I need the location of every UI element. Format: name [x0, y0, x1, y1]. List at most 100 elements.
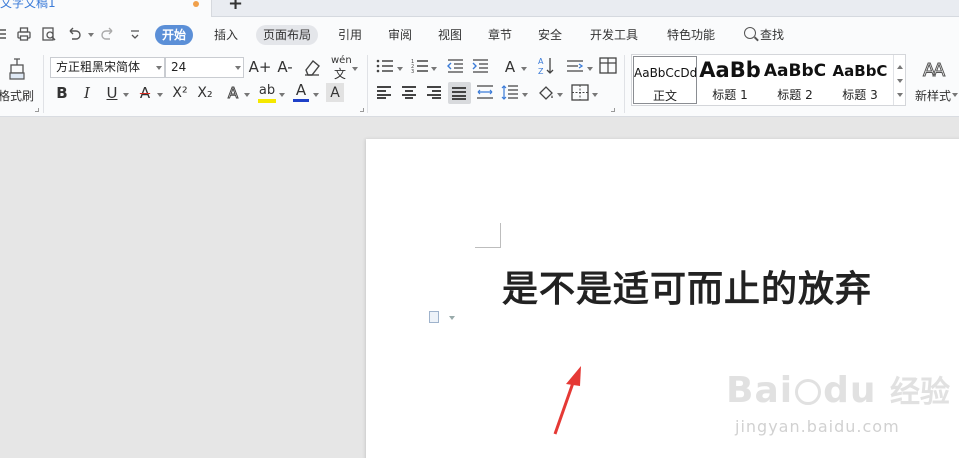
decrease-indent-icon[interactable]	[447, 58, 464, 74]
table-icon[interactable]	[599, 57, 617, 74]
new-style-label[interactable]: 新样式	[915, 87, 951, 104]
new-style-icon[interactable]: AA	[922, 60, 945, 82]
tab-page-layout[interactable]: 页面布局	[256, 25, 319, 45]
align-left-icon[interactable]	[377, 86, 391, 99]
clear-format-icon[interactable]	[302, 58, 322, 76]
style-heading-2-label: 标题 2	[777, 88, 813, 102]
distributed-align-icon[interactable]	[476, 84, 494, 101]
font-size-dropdown-icon[interactable]	[235, 66, 241, 70]
font-size-select[interactable]: 24	[165, 57, 244, 78]
tab-security[interactable]: 安全	[531, 25, 569, 45]
ribbon-separator	[43, 55, 44, 113]
tab-insert[interactable]: 插入	[207, 25, 245, 45]
align-right-icon[interactable]	[427, 86, 441, 99]
font-color-button[interactable]: A	[291, 81, 311, 99]
shrink-font-icon[interactable]: A-	[274, 57, 296, 77]
new-tab-button[interactable]: +	[228, 0, 243, 14]
line-spacing-dropdown-icon[interactable]	[522, 93, 528, 97]
italic-button[interactable]: I	[78, 83, 96, 103]
paragraph-layout-icon[interactable]	[429, 311, 439, 323]
format-painter-icon[interactable]	[6, 57, 28, 81]
style-heading-1-sample: AaBb	[699, 58, 761, 82]
clipboard-expand-icon[interactable]	[35, 108, 39, 112]
page-margin-marker	[475, 223, 501, 248]
tab-special-features[interactable]: 特色功能	[660, 25, 722, 45]
font-name-value: 方正粗黑宋简体	[56, 60, 141, 74]
borders-icon[interactable]	[571, 84, 589, 101]
find-button[interactable]: 查找	[753, 25, 791, 45]
ribbon-toolbar: 格式刷 方正粗黑宋简体 24 A+ A- wén 文 B I U A X² X₂…	[0, 51, 959, 117]
bullet-list-icon[interactable]	[376, 58, 394, 74]
text-effect-dropdown-icon[interactable]	[244, 93, 250, 97]
document-tab[interactable]: 文字文稿1	[0, 0, 212, 17]
change-case-button[interactable]: A	[500, 57, 520, 77]
tab-references[interactable]: 引用	[331, 25, 369, 45]
strikethrough-button[interactable]: A	[136, 83, 154, 103]
style-heading-2[interactable]: AaBbC 标题 2	[763, 56, 827, 104]
tab-chapter[interactable]: 章节	[481, 25, 519, 45]
new-style-dropdown-icon[interactable]	[952, 93, 958, 97]
line-spacing-options-dropdown-icon[interactable]	[587, 67, 593, 71]
style-normal-sample: AaBbCcDd	[634, 66, 696, 80]
undo-icon[interactable]	[66, 26, 82, 42]
font-size-value: 24	[171, 60, 187, 74]
superscript-button[interactable]: X²	[168, 83, 192, 103]
bold-button[interactable]: B	[53, 83, 71, 103]
watermark-brand-latin-2: du	[823, 370, 877, 411]
paragraph-expand-icon[interactable]	[611, 108, 615, 112]
tab-developer-tools[interactable]: 开发工具	[583, 25, 645, 45]
font-name-select[interactable]: 方正粗黑宋简体	[50, 57, 165, 78]
numbered-list-dropdown-icon[interactable]	[431, 67, 437, 71]
style-heading-3[interactable]: AaBbC 标题 3	[828, 56, 892, 104]
font-color-dropdown-icon[interactable]	[313, 93, 319, 97]
font-expand-icon[interactable]	[360, 108, 364, 112]
highlight-dropdown-icon[interactable]	[279, 93, 285, 97]
styles-scroll-down-icon[interactable]	[897, 79, 903, 83]
bullet-list-dropdown-icon[interactable]	[397, 67, 403, 71]
strikethrough-dropdown-icon[interactable]	[157, 93, 163, 97]
tab-review[interactable]: 审阅	[381, 25, 419, 45]
text-effect-button[interactable]: A	[224, 83, 242, 103]
style-heading-1[interactable]: AaBb 标题 1	[698, 56, 762, 104]
undo-dropdown-icon[interactable]	[88, 33, 94, 37]
highlight-button[interactable]: ab	[257, 81, 277, 99]
tab-home[interactable]: 开始	[155, 25, 194, 45]
sort-icon[interactable]: AZ	[538, 56, 555, 76]
line-spacing-icon[interactable]	[501, 84, 519, 101]
pinyin-guide-char: 文	[334, 67, 347, 81]
underline-button[interactable]: U	[103, 83, 121, 103]
justify-button[interactable]	[448, 82, 471, 104]
shading-dropdown-icon[interactable]	[557, 93, 563, 97]
tab-view[interactable]: 视图	[431, 25, 469, 45]
styles-more-icon[interactable]	[897, 93, 903, 97]
style-normal[interactable]: AaBbCcDd 正文	[633, 56, 697, 104]
document-title-text[interactable]: 是不是适可而止的放弃	[502, 260, 872, 312]
title-bar: 文字文稿1 +	[0, 0, 959, 17]
more-icon[interactable]	[127, 26, 143, 42]
print-icon[interactable]	[16, 26, 32, 42]
print-preview-icon[interactable]	[41, 26, 57, 42]
grow-font-icon[interactable]: A+	[249, 57, 272, 77]
paragraph-layout-dropdown-icon[interactable]	[449, 316, 455, 320]
character-shading-button[interactable]: A	[326, 83, 344, 102]
borders-dropdown-icon[interactable]	[592, 93, 598, 97]
redo-icon[interactable]	[100, 26, 116, 42]
font-name-dropdown-icon[interactable]	[156, 66, 162, 70]
numbered-list-icon[interactable]: 123	[411, 58, 429, 74]
style-heading-3-sample: AaBbC	[832, 62, 888, 80]
format-painter-label[interactable]: 格式刷	[0, 87, 34, 104]
underline-dropdown-icon[interactable]	[123, 93, 129, 97]
style-normal-label: 正文	[652, 89, 677, 103]
watermark-url: jingyan.baidu.com	[735, 417, 900, 436]
styles-scroll-up-icon[interactable]	[897, 65, 903, 69]
styles-scroll[interactable]	[893, 55, 905, 105]
change-case-dropdown-icon[interactable]	[521, 67, 527, 71]
subscript-button[interactable]: X₂	[193, 83, 217, 103]
menu-icon[interactable]	[0, 26, 16, 42]
pinyin-dropdown-icon[interactable]	[352, 67, 358, 71]
increase-indent-icon[interactable]	[472, 58, 489, 74]
align-center-icon[interactable]	[402, 86, 416, 99]
style-heading-1-label: 标题 1	[712, 88, 748, 102]
shading-icon[interactable]	[537, 84, 555, 102]
line-spacing-options-icon[interactable]	[566, 58, 584, 74]
